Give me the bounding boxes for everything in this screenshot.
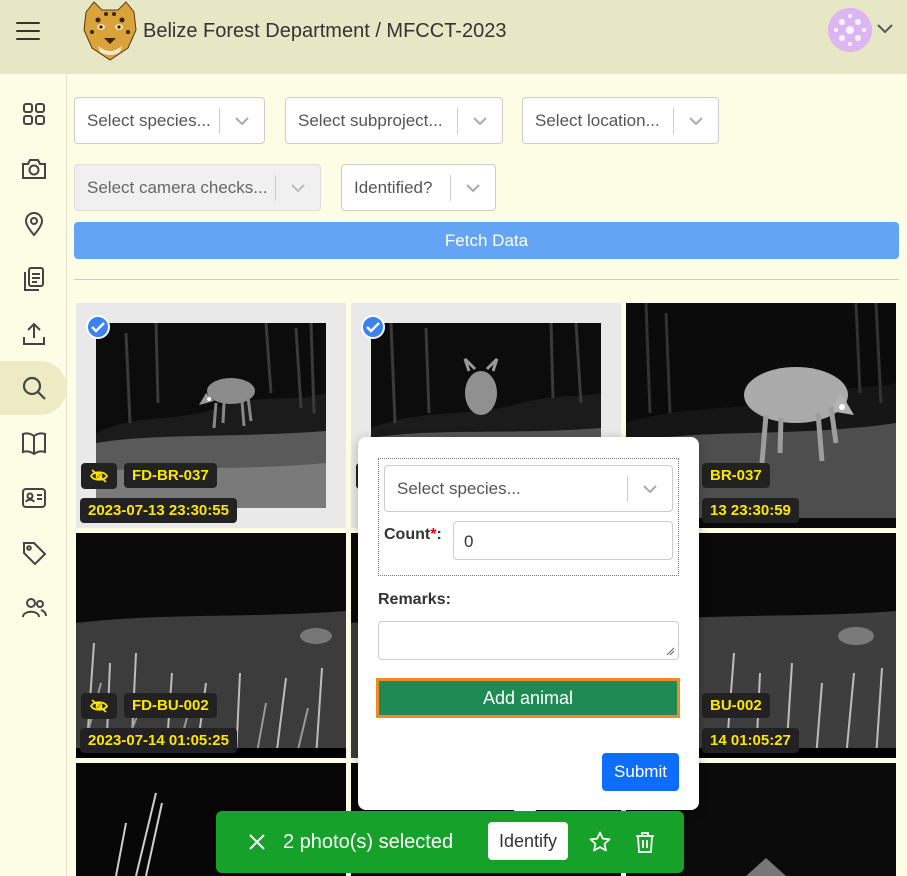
sidebar-item-species[interactable] (0, 416, 67, 470)
timestamp-badge: 2023-07-14 01:05:25 (80, 728, 237, 753)
selected-check-icon[interactable] (86, 315, 110, 339)
eye-off-icon[interactable] (81, 693, 117, 719)
camera-checks-select-placeholder: Select camera checks... (87, 177, 268, 197)
submit-button[interactable]: Submit (602, 753, 679, 791)
chevron-down-icon (466, 183, 480, 192)
sidebar-item-upload[interactable] (0, 307, 67, 361)
camera-badge-partial: BU-002 (702, 693, 770, 718)
upload-icon (22, 322, 45, 345)
menu-icon[interactable] (16, 22, 40, 40)
fetch-data-button[interactable]: Fetch Data (74, 222, 899, 259)
close-icon[interactable] (246, 831, 268, 853)
count-input[interactable]: 0 (453, 521, 673, 560)
sidebar-item-users[interactable] (0, 581, 67, 635)
chevron-down-icon (235, 116, 249, 125)
sidebar (0, 74, 67, 876)
sidebar-item-cameras[interactable] (0, 142, 67, 196)
subproject-select[interactable]: Select subproject... (285, 97, 503, 144)
resize-handle-icon[interactable] (666, 647, 675, 656)
popover-species-placeholder: Select species... (397, 478, 521, 498)
id-card-icon (21, 488, 46, 508)
timestamp-badge: 2023-07-13 23:30:55 (80, 498, 237, 523)
camera-badge-partial: BR-037 (702, 463, 770, 488)
chevron-down-icon (643, 484, 657, 493)
book-icon (21, 432, 46, 456)
sidebar-item-search[interactable] (0, 361, 67, 415)
sidebar-item-camera-checks[interactable] (0, 252, 67, 306)
camera-badge: FD-BR-037 (124, 463, 217, 488)
sidebar-item-dashboard[interactable] (0, 87, 67, 141)
top-bar: Belize Forest Department / MFCCT-2023 (0, 0, 907, 74)
tag-icon (22, 542, 46, 566)
users-icon (21, 598, 47, 618)
photo-card[interactable]: FD-BU-002 2023-07-14 01:05:25 (76, 533, 346, 758)
app-title: Belize Forest Department / MFCCT-2023 (143, 20, 507, 42)
jaguar-logo (83, 1, 137, 61)
timestamp-badge-partial: 13 23:30:59 (702, 498, 799, 523)
search-icon (22, 376, 46, 400)
chevron-down-icon (291, 183, 305, 192)
camera-icon (21, 159, 46, 179)
chevron-down-icon (473, 116, 487, 125)
grid-icon (22, 103, 45, 125)
remarks-textarea[interactable] (378, 621, 679, 660)
photo-card[interactable]: FD-BR-037 2023-07-13 23:30:55 (76, 303, 346, 528)
location-select-placeholder: Select location... (535, 110, 660, 130)
remarks-label: Remarks: (378, 591, 451, 608)
selection-bar: 2 photo(s) selected Identify (216, 811, 684, 873)
map-pin-icon (24, 212, 43, 237)
timestamp-badge-partial: 14 01:05:27 (702, 728, 799, 753)
clipboard-icon (23, 267, 44, 291)
chevron-down-icon (689, 116, 703, 125)
sidebar-item-tags[interactable] (0, 526, 67, 580)
subproject-select-placeholder: Select subproject... (298, 110, 443, 130)
trash-icon[interactable] (633, 830, 657, 854)
add-animal-button[interactable]: Add animal (376, 678, 680, 718)
chevron-down-icon[interactable] (876, 22, 894, 36)
sidebar-item-contacts[interactable] (0, 471, 67, 525)
species-select[interactable]: Select species... (74, 97, 265, 144)
selected-check-icon[interactable] (361, 315, 385, 339)
eye-off-icon[interactable] (81, 463, 117, 489)
identified-select[interactable]: Identified? (341, 164, 496, 211)
selection-count-text: 2 photo(s) selected (283, 831, 454, 853)
user-avatar[interactable] (828, 8, 872, 52)
popover-species-select[interactable]: Select species... (384, 465, 673, 512)
camera-badge: FD-BU-002 (124, 693, 217, 718)
camera-checks-select[interactable]: Select camera checks... (74, 164, 321, 211)
species-select-placeholder: Select species... (87, 110, 211, 130)
divider (74, 279, 899, 280)
sidebar-item-locations[interactable] (0, 197, 67, 251)
identified-select-placeholder: Identified? (354, 177, 433, 197)
photo-thumbnail (76, 533, 346, 758)
location-select[interactable]: Select location... (522, 97, 719, 144)
count-label: Count*: (384, 526, 442, 543)
identify-button[interactable]: Identify (488, 822, 568, 860)
star-icon[interactable] (588, 830, 612, 854)
